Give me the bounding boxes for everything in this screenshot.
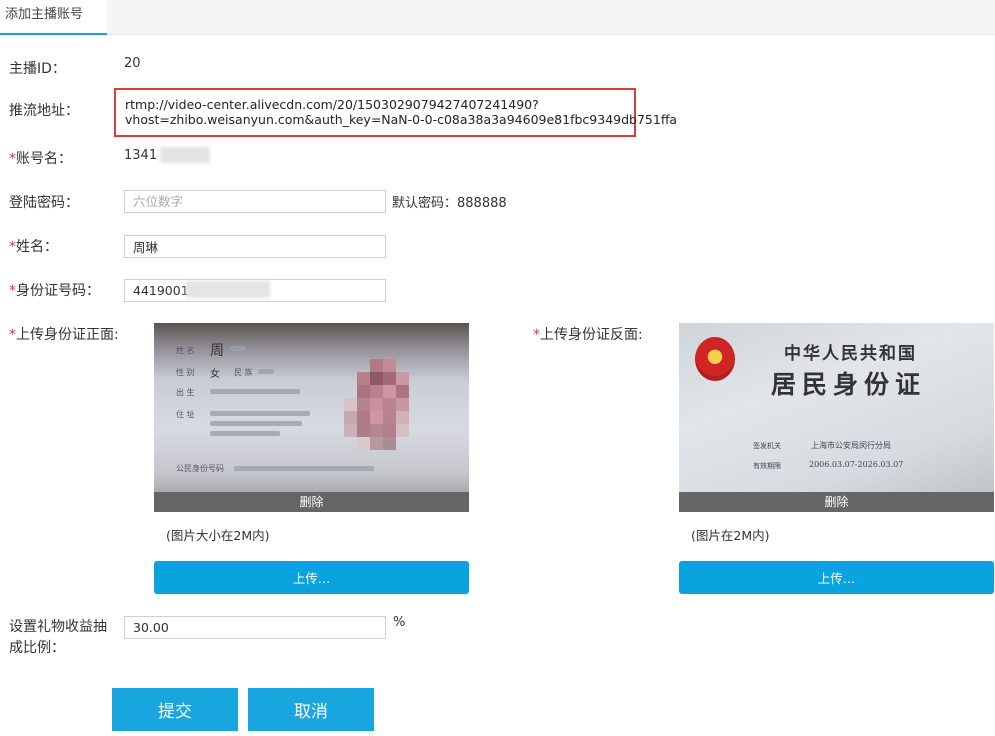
card-country-title: 中华人民共和国 [784,344,917,364]
card-address-label: 住 址 [176,410,195,419]
anchor-id-label: 主播ID： [9,61,66,77]
password-input[interactable] [124,190,386,213]
tab-add-anchor-account[interactable]: 添加主播账号 [0,0,107,35]
card-sex-value: 女 [210,369,220,380]
id-card-front-image: 姓 名 周 性 别 女 民 族 出 生 住 址 公民身份号码 删除 [154,323,469,512]
stream-url-line1: rtmp://video-center.alivecdn.com/20/1503… [125,97,539,112]
submit-button[interactable]: 提交 [112,688,238,731]
gift-ratio-label-line2: 成比例： [9,640,65,656]
anchor-id-value: 20 [124,56,141,71]
name-label-text: 姓名： [16,239,58,255]
id-front-label: *上传身份证正面: [9,324,119,344]
account-label-text: 账号名： [16,151,72,167]
card-nation-label: 民 族 [234,368,253,377]
stream-url-box: rtmp://video-center.alivecdn.com/20/1503… [114,88,678,137]
required-mark: * [9,151,16,167]
required-mark: * [9,283,16,299]
stream-url-line2: vhost=zhibo.weisanyun.com&auth_key=NaN-0… [125,112,678,127]
gift-ratio-unit: % [393,615,406,630]
id-back-label: *上传身份证反面: [533,324,643,344]
account-label: *账号名： [9,148,72,168]
card-authority-label: 签发机关 [753,442,781,450]
card-name-label: 姓 名 [176,346,195,355]
card-blur-line [210,389,300,394]
id-front-label-text: 上传身份证正面: [16,327,119,343]
stream-url-label: 推流地址： [9,103,79,119]
card-name-value: 周 [210,343,224,359]
password-label: 登陆密码： [9,195,79,211]
account-value: 1341 [124,148,158,163]
id-back-label-text: 上传身份证反面: [540,327,643,343]
id-front-upload-button[interactable]: 上传… [154,561,469,594]
id-back-size-hint: (图片在2M内) [691,528,770,543]
photo-mosaic [344,359,422,451]
id-number-label: *身份证号码： [9,280,100,300]
card-blur-line [234,466,374,471]
required-mark: * [9,239,16,255]
id-number-label-text: 身份证号码： [16,283,100,299]
required-mark: * [533,327,540,343]
name-input[interactable] [124,235,386,258]
tab-bar: 添加主播账号 [0,0,995,35]
national-emblem-icon [695,337,735,381]
card-main-title: 居民身份证 [771,370,927,399]
account-redaction [160,147,210,163]
card-authority-value: 上海市公安局闵行分局 [811,441,891,450]
id-front-size-hint: (图片大小在2M内) [166,528,270,543]
id-card-back-image: 中华人民共和国 居民身份证 签发机关 上海市公安局闵行分局 有效期限 2006.… [679,323,994,512]
gift-ratio-label: 设置礼物收益抽 成比例： [9,617,107,659]
card-blur-line [210,411,310,416]
required-mark: * [9,327,16,343]
id-number-redaction [186,281,270,298]
gift-ratio-input[interactable] [124,616,386,639]
id-back-upload-button[interactable]: 上传… [679,561,994,594]
id-front-delete-button[interactable]: 删除 [154,492,469,512]
card-blur-line [258,369,274,374]
card-validity-value: 2006.03.07-2026.03.07 [809,460,904,469]
name-label: *姓名： [9,236,58,256]
gift-ratio-label-line1: 设置礼物收益抽 [9,619,107,635]
id-back-delete-button[interactable]: 删除 [679,492,994,512]
card-blur-line [210,421,302,426]
card-sex-label: 性 别 [176,368,195,377]
card-number-label: 公民身份号码 [176,464,224,473]
card-validity-label: 有效期限 [753,462,781,470]
card-blur-line [230,346,246,351]
card-birth-label: 出 生 [176,388,195,397]
cancel-button[interactable]: 取消 [248,688,374,731]
default-password-hint: 默认密码：888888 [392,196,507,211]
card-blur-line [210,431,280,436]
